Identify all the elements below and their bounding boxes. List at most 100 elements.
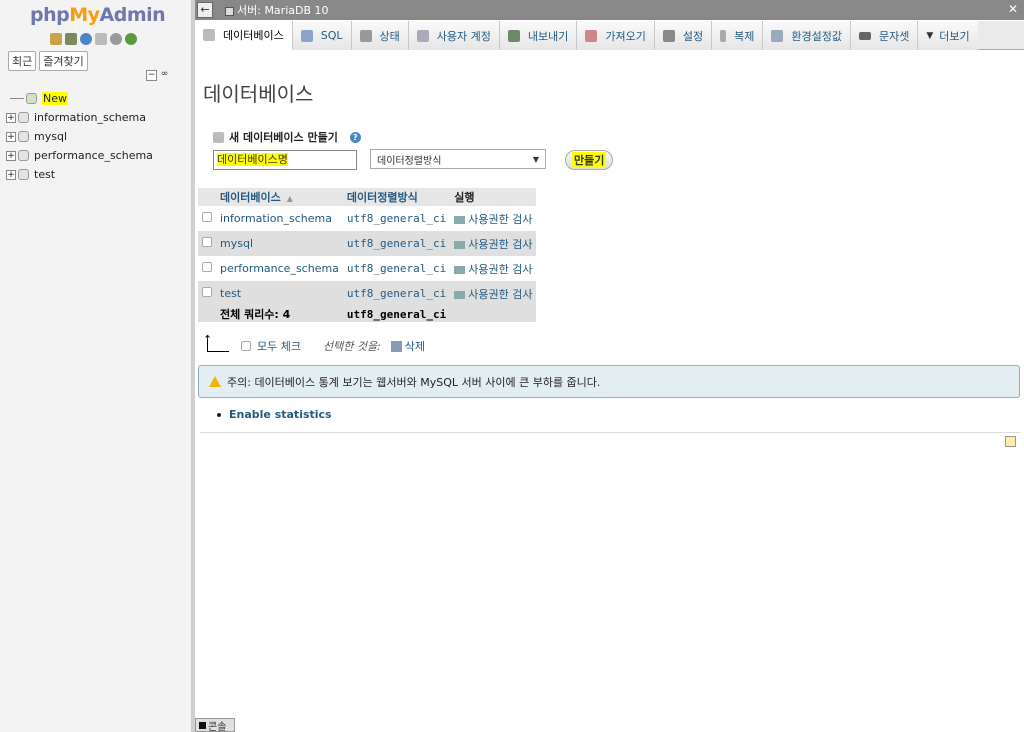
new-database-icon bbox=[213, 131, 224, 143]
tree-item-db[interactable]: + test bbox=[6, 165, 153, 184]
variables-icon bbox=[771, 29, 784, 42]
tree-db-label[interactable]: performance_schema bbox=[34, 149, 153, 162]
total-collation: utf8_general_ci bbox=[342, 306, 451, 322]
tab-settings[interactable]: 설정 bbox=[654, 21, 713, 50]
database-name-link[interactable]: mysql bbox=[216, 231, 343, 256]
create-database-button[interactable]: 만들기 bbox=[565, 150, 614, 170]
console-icon bbox=[199, 721, 206, 729]
check-privileges-link[interactable]: 사용권한 검사 bbox=[454, 213, 532, 226]
enable-statistics-link[interactable]: Enable statistics bbox=[229, 408, 332, 421]
tree-db-label[interactable]: mysql bbox=[34, 130, 67, 143]
tab-databases[interactable]: 데이터베이스 bbox=[195, 21, 293, 50]
tree-db-label[interactable]: test bbox=[34, 168, 55, 181]
divider bbox=[200, 432, 1020, 433]
sql-icon bbox=[300, 29, 313, 42]
check-privileges-link[interactable]: 사용권한 검사 bbox=[454, 238, 532, 251]
tree-controls: − ∞ bbox=[146, 70, 170, 81]
server-breadcrumb[interactable]: 서버: MariaDB 10 bbox=[225, 2, 329, 18]
collapse-all-icon[interactable]: − bbox=[146, 70, 157, 81]
database-name-link[interactable]: test bbox=[216, 281, 343, 306]
database-name-input[interactable]: 데이터베이스명 bbox=[213, 150, 357, 170]
delete-button[interactable]: 삭제 bbox=[405, 338, 425, 354]
link-icon[interactable]: ∞ bbox=[159, 70, 170, 81]
tree-item-new[interactable]: New bbox=[6, 89, 153, 108]
tree-new-label[interactable]: New bbox=[42, 92, 68, 105]
tab-variables[interactable]: 환경설정값 bbox=[763, 21, 851, 50]
page-settings-icon[interactable] bbox=[1005, 436, 1016, 447]
database-icon bbox=[18, 169, 29, 180]
table-row: test utf8_general_ci 사용권한 검사 bbox=[198, 281, 537, 306]
status-icon bbox=[359, 29, 372, 42]
tree-item-db[interactable]: + mysql bbox=[6, 127, 153, 146]
expand-icon[interactable]: + bbox=[6, 150, 16, 161]
reload-icon[interactable] bbox=[125, 33, 137, 45]
nav-tab-recent[interactable]: 최근 bbox=[8, 51, 37, 71]
help-doc-icon[interactable] bbox=[95, 33, 107, 45]
database-name-link[interactable]: information_schema bbox=[216, 206, 343, 231]
tab-import[interactable]: 가져오기 bbox=[577, 21, 655, 50]
sort-asc-icon: ▲ bbox=[286, 194, 293, 203]
nav-tabs: 최근 즐겨찾기 bbox=[8, 51, 88, 71]
home-icon[interactable] bbox=[50, 33, 62, 45]
check-all-checkbox[interactable] bbox=[241, 341, 251, 351]
check-privileges-link[interactable]: 사용권한 검사 bbox=[454, 263, 532, 276]
expand-icon[interactable]: + bbox=[6, 169, 16, 180]
bullet bbox=[217, 412, 221, 417]
privileges-icon bbox=[454, 240, 466, 249]
database-icon bbox=[18, 150, 29, 161]
nav-tab-favorites[interactable]: 즐겨찾기 bbox=[39, 51, 88, 71]
row-checkbox[interactable] bbox=[202, 212, 212, 222]
column-header-database[interactable]: 데이터베이스 ▲ bbox=[216, 188, 343, 206]
tree-item-db[interactable]: + performance_schema bbox=[6, 146, 153, 165]
tab-sql[interactable]: SQL bbox=[292, 21, 352, 50]
tree-item-db[interactable]: + information_schema bbox=[6, 108, 153, 127]
delete-icon[interactable] bbox=[390, 340, 402, 352]
row-checkbox[interactable] bbox=[202, 237, 212, 247]
phpmyadmin-logo[interactable]: phpMyAdmin bbox=[30, 4, 166, 26]
gear-icon[interactable] bbox=[110, 33, 122, 45]
chevron-down-icon: ▼ bbox=[926, 30, 934, 41]
column-header-collation[interactable]: 데이터정렬방식 bbox=[342, 188, 451, 206]
new-db-icon bbox=[26, 93, 37, 104]
row-checkbox[interactable] bbox=[202, 287, 212, 297]
expand-icon[interactable]: + bbox=[6, 131, 16, 142]
database-icon bbox=[18, 131, 29, 142]
warning-icon bbox=[209, 376, 221, 387]
bulk-actions: 모두 체크 선택한 것을: 삭제 bbox=[203, 333, 425, 354]
server-breadcrumb-bar: ← 서버: MariaDB 10 ✕ bbox=[195, 0, 1024, 20]
collation-value: utf8_general_ci bbox=[342, 281, 451, 306]
list-item: Enable statistics bbox=[217, 408, 332, 421]
main-content: 데이터베이스 새 데이터베이스 만들기 ? 데이터베이스명 데이터정렬방식 ▼ … bbox=[195, 51, 1024, 732]
with-selected-label: 선택한 것을: bbox=[322, 340, 381, 353]
collation-value: utf8_general_ci bbox=[342, 231, 451, 256]
collation-select[interactable]: 데이터정렬방식 ▼ bbox=[370, 149, 546, 169]
console-toggle[interactable]: 콘솔 bbox=[195, 718, 235, 732]
database-icon bbox=[203, 29, 215, 41]
check-all-label[interactable]: 모두 체크 bbox=[257, 338, 301, 354]
charset-icon bbox=[858, 31, 871, 40]
tab-export[interactable]: 내보내기 bbox=[499, 21, 578, 50]
check-privileges-link[interactable]: 사용권한 검사 bbox=[454, 288, 532, 301]
create-database-label: 새 데이터베이스 만들기 ? bbox=[213, 129, 361, 145]
tree-db-label[interactable]: information_schema bbox=[34, 111, 146, 124]
row-checkbox[interactable] bbox=[202, 262, 212, 272]
close-icon[interactable]: ✕ bbox=[1008, 2, 1018, 16]
help-icon[interactable]: ? bbox=[349, 131, 361, 143]
back-arrow-icon[interactable]: ← bbox=[197, 2, 213, 18]
collation-value: utf8_general_ci bbox=[342, 206, 451, 231]
statistics-notice: 주의: 데이터베이스 통계 보기는 웹서버와 MySQL 서버 사이에 큰 부하… bbox=[198, 365, 1020, 398]
tab-status[interactable]: 상태 bbox=[351, 21, 409, 50]
privileges-icon bbox=[454, 265, 466, 274]
tab-charsets[interactable]: 문자셋 bbox=[850, 21, 919, 50]
sql-window-icon[interactable] bbox=[65, 33, 77, 45]
nav-icon-bar bbox=[50, 33, 137, 45]
tab-replication[interactable]: 복제 bbox=[712, 21, 764, 50]
tab-user-accounts[interactable]: 사용자 계정 bbox=[408, 21, 500, 50]
users-icon bbox=[416, 29, 429, 42]
docs-icon[interactable] bbox=[80, 33, 92, 45]
expand-icon[interactable]: + bbox=[6, 112, 16, 123]
privileges-icon bbox=[454, 215, 466, 224]
tab-more[interactable]: ▼ 더보기 bbox=[918, 21, 978, 50]
database-name-link[interactable]: performance_schema bbox=[216, 256, 343, 281]
navigation-panel: phpMyAdmin 최근 즐겨찾기 − ∞ New + information… bbox=[0, 0, 192, 732]
